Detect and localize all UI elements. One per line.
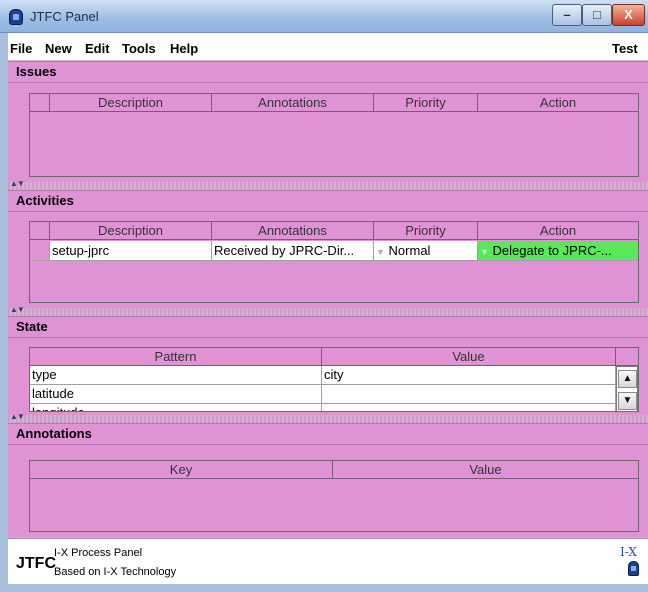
menu-new[interactable]: New — [45, 41, 72, 56]
action-dropdown-icon[interactable]: ▼ — [480, 247, 489, 257]
issues-title: Issues — [16, 64, 57, 79]
menu-help[interactable]: Help — [170, 41, 198, 56]
annotations-header-value[interactable]: Value — [333, 461, 638, 479]
state-value-cell[interactable] — [322, 385, 616, 404]
maximize-button[interactable]: □ — [582, 4, 612, 26]
state-pattern-cell[interactable]: latitude — [30, 385, 322, 404]
issues-section: Issues Description Annotations Priority … — [8, 61, 648, 182]
activity-row-selector[interactable] — [30, 241, 50, 261]
footer: JTFC I-X Process Panel Based on I-X Tech… — [8, 538, 648, 584]
minimize-button[interactable]: – — [552, 4, 582, 26]
activity-annotations-cell[interactable]: Received by JPRC-Dir... — [212, 241, 374, 261]
annotations-rule — [8, 444, 648, 445]
activity-priority-value: Normal — [388, 243, 431, 258]
state-value-cell[interactable] — [322, 404, 616, 411]
brand-label: JTFC — [16, 555, 56, 572]
state-pattern-cell[interactable]: longitude — [30, 404, 322, 411]
state-header-value[interactable]: Value — [322, 348, 616, 366]
state-pattern-cell[interactable]: type — [30, 366, 322, 385]
activity-priority-cell[interactable]: ▼ Normal — [374, 241, 478, 261]
state-section: State Pattern Value type city latitude l… — [8, 316, 648, 415]
state-header-pattern[interactable]: Pattern — [30, 348, 322, 366]
menu-test[interactable]: Test — [612, 41, 638, 56]
app-icon — [9, 9, 23, 25]
annotations-table[interactable]: Key Value — [29, 460, 639, 532]
menu-edit[interactable]: Edit — [85, 41, 110, 56]
annotations-title: Annotations — [16, 426, 92, 441]
scroll-up-icon[interactable]: ▲ — [618, 370, 637, 388]
annotations-section: Annotations Key Value — [8, 423, 648, 537]
issues-header-description[interactable]: Description — [50, 94, 212, 112]
activities-splitter[interactable]: ▲▼ — [8, 305, 648, 316]
split-arrows-icon[interactable]: ▲▼ — [10, 179, 25, 188]
state-table[interactable]: Pattern Value type city latitude longitu… — [29, 347, 639, 412]
issues-table[interactable]: Description Annotations Priority Action — [29, 93, 639, 177]
issues-header-selector — [30, 94, 50, 112]
footer-line-2: Based on I-X Technology — [54, 566, 177, 578]
state-title: State — [16, 319, 48, 334]
activities-header-action[interactable]: Action — [478, 222, 638, 240]
menu-tools[interactable]: Tools — [122, 41, 156, 56]
issues-header-priority[interactable]: Priority — [374, 94, 478, 112]
activity-action-value: Delegate to JPRC-... — [492, 243, 612, 258]
title-bar[interactable]: JTFC Panel – □ X — [0, 0, 648, 33]
issues-header-action[interactable]: Action — [478, 94, 638, 112]
state-scrollbar[interactable]: ▲ ▼ — [616, 366, 638, 411]
window-bottom-frame — [0, 584, 648, 592]
app-window: JTFC Panel – □ X File New Edit Tools Hel… — [0, 0, 648, 592]
issues-header-annotations[interactable]: Annotations — [212, 94, 374, 112]
activities-header-selector — [30, 222, 50, 240]
state-value-cell[interactable]: city — [322, 366, 616, 385]
main-panel: Issues Description Annotations Priority … — [8, 61, 648, 537]
ix-logo-icon — [628, 561, 639, 576]
activities-rule — [8, 211, 648, 212]
state-rule — [8, 337, 648, 338]
state-splitter[interactable]: ▲▼ — [8, 412, 648, 423]
priority-dropdown-icon[interactable]: ▼ — [376, 247, 385, 257]
activities-table[interactable]: Description Annotations Priority Action … — [29, 221, 639, 303]
window-title: JTFC Panel — [30, 9, 99, 24]
activities-header-annotations[interactable]: Annotations — [212, 222, 374, 240]
activities-header-description[interactable]: Description — [50, 222, 212, 240]
activities-header-priority[interactable]: Priority — [374, 222, 478, 240]
activity-action-cell[interactable]: ▼ Delegate to JPRC-... — [478, 241, 638, 261]
state-header-corner — [616, 348, 638, 366]
issues-rule — [8, 82, 648, 83]
annotations-header-key[interactable]: Key — [30, 461, 333, 479]
menu-bar: File New Edit Tools Help Test — [8, 33, 648, 61]
activities-title: Activities — [16, 193, 74, 208]
ix-logo-text: I-X — [620, 545, 637, 559]
split-arrows-icon[interactable]: ▲▼ — [10, 305, 25, 314]
activities-section: Activities Description Annotations Prior… — [8, 190, 648, 308]
split-arrows-icon[interactable]: ▲▼ — [10, 412, 25, 421]
issues-splitter[interactable]: ▲▼ — [8, 179, 648, 190]
close-button[interactable]: X — [612, 4, 645, 26]
menu-file[interactable]: File — [10, 41, 32, 56]
scroll-down-icon[interactable]: ▼ — [618, 392, 637, 410]
activity-description-cell[interactable]: setup-jprc — [50, 241, 212, 261]
footer-line-1: I-X Process Panel — [54, 547, 143, 559]
